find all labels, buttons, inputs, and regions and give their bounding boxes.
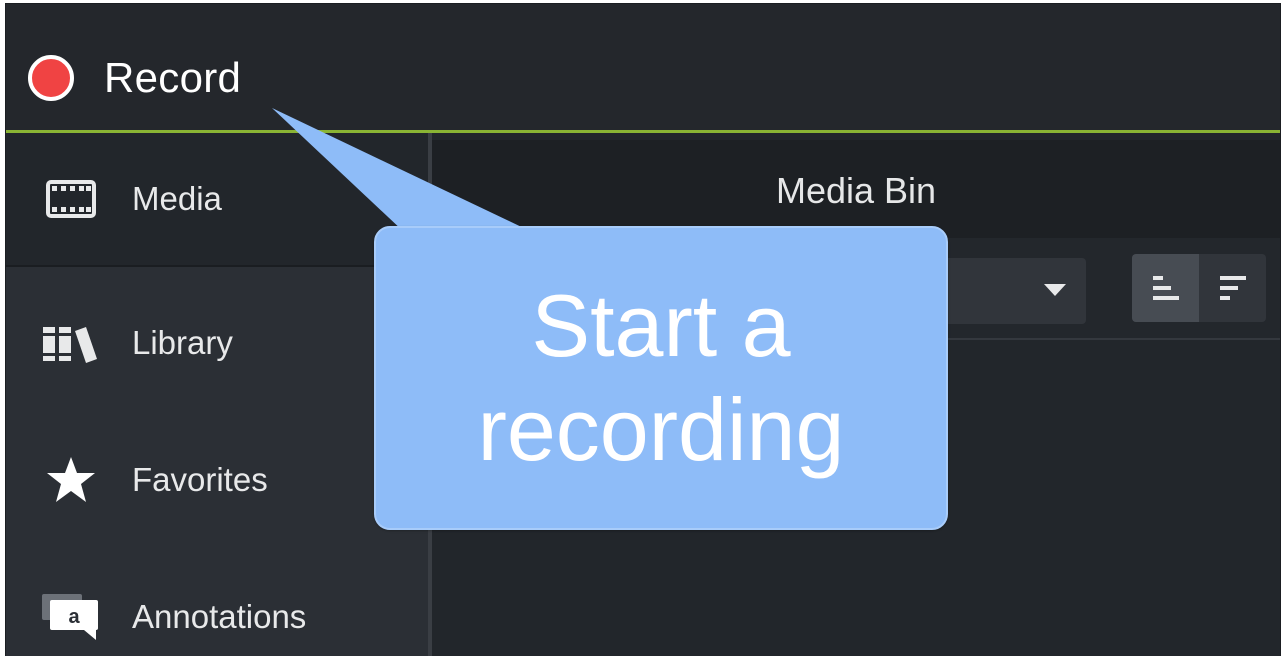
list-view-button[interactable] xyxy=(1132,254,1199,322)
sort-button[interactable] xyxy=(1199,254,1266,322)
media-bin-header: Media Bin xyxy=(432,140,1280,238)
svg-text:a: a xyxy=(68,606,80,628)
film-strip-icon xyxy=(40,177,102,221)
record-icon xyxy=(28,55,74,101)
sidebar-item-media[interactable]: Media xyxy=(6,133,428,267)
callout-text: Start a recording xyxy=(477,276,845,479)
sidebar-item-favorites[interactable]: Favorites xyxy=(6,413,428,547)
media-bin-title: Media Bin xyxy=(775,170,937,211)
sidebar-item-label: Library xyxy=(132,324,233,361)
sidebar: Media Library Favorites a Annotations xyxy=(6,133,432,656)
tutorial-callout: Start a recording xyxy=(374,226,948,530)
sort-icon xyxy=(1219,276,1246,300)
list-view-icon xyxy=(1152,276,1179,300)
star-icon xyxy=(40,457,102,502)
sidebar-item-annotations[interactable]: a Annotations xyxy=(6,550,428,656)
sidebar-item-library[interactable]: Library xyxy=(6,276,428,410)
sidebar-item-label: Annotations xyxy=(132,598,307,635)
chevron-down-icon xyxy=(1044,284,1066,296)
record-label: Record xyxy=(104,54,242,101)
view-toggle xyxy=(1132,254,1266,322)
record-toolbar: Record xyxy=(6,4,1280,133)
record-button[interactable]: Record xyxy=(28,50,241,106)
sidebar-item-label: Media xyxy=(132,180,222,217)
sidebar-item-label: Favorites xyxy=(132,461,268,498)
annotation-speech-bubble-icon: a xyxy=(40,594,102,640)
library-books-icon xyxy=(40,321,102,365)
